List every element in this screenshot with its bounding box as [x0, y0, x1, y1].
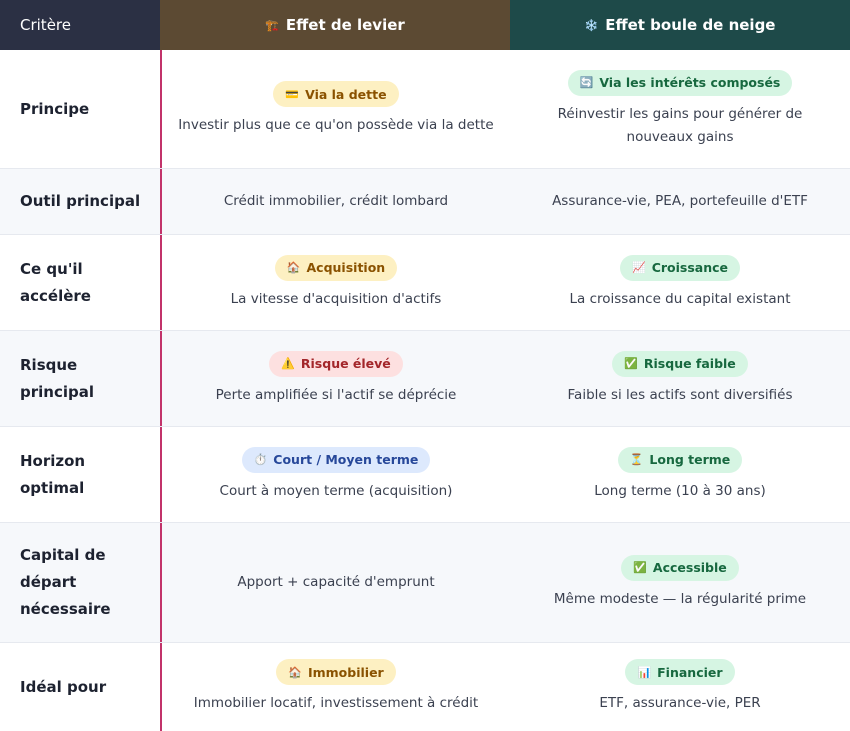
criterion-label: Capital de départ nécessaire	[20, 546, 111, 618]
badge-label: Risque élevé	[300, 356, 391, 371]
snowball-cell: 📈 Croissance La croissance du capital ex…	[510, 235, 850, 330]
lever-cell: Apport + capacité d'emprunt	[160, 523, 510, 642]
construction-icon: 🏗️	[265, 18, 279, 32]
snowball-cell: ✅ Accessible Même modeste — la régularit…	[510, 523, 850, 642]
criterion-cell: Horizon optimal	[0, 427, 160, 522]
credit-card-icon: 💳	[285, 87, 300, 101]
table-row: Risque principal ⚠️ Risque élevé Perte a…	[0, 331, 850, 427]
snowball-description: Faible si les actifs sont diversifiés	[567, 386, 793, 403]
criterion-label: Ce qu'il accélère	[20, 259, 91, 305]
badge-label: Long terme	[649, 452, 731, 467]
criterion-label: Horizon optimal	[20, 451, 86, 497]
lever-cell: Crédit immobilier, crédit lombard	[160, 169, 510, 234]
badge-label: Croissance	[651, 260, 728, 275]
lever-cell: 🏠 Immobilier Immobilier locatif, investi…	[160, 643, 510, 731]
table-row: Outil principal Crédit immobilier, crédi…	[0, 169, 850, 235]
lever-description: Immobilier locatif, investissement à cré…	[193, 695, 479, 711]
snowball-badge: ✅ Risque faible	[612, 350, 748, 377]
table-row: Horizon optimal ⏱️ Court / Moyen terme C…	[0, 427, 850, 523]
lever-cell: ⏱️ Court / Moyen terme Court à moyen ter…	[160, 427, 510, 522]
comparison-table: Critère 🏗️ Effet de levier ❄️ Effet boul…	[0, 0, 850, 731]
snowball-cell: ⏳ Long terme Long terme (10 à 30 ans)	[510, 427, 850, 522]
house-icon: 🏠	[286, 261, 301, 274]
snowball-description: La croissance du capital existant	[569, 290, 791, 307]
snowball-description: ETF, assurance-vie, PER	[599, 695, 761, 711]
lever-description: Investir plus que ce qu'on possède via l…	[178, 117, 494, 133]
snowball-badge: 📈 Croissance	[619, 254, 740, 281]
lever-description: Perte amplifiée si l'actif se déprécie	[215, 386, 457, 403]
snowball-cell: 📊 Financier ETF, assurance-vie, PER	[510, 643, 850, 731]
lever-badge: 💳 Via la dette	[273, 81, 399, 107]
snowball-description: Assurance-vie, PEA, portefeuille d'ETF	[552, 193, 808, 209]
criterion-cell: Capital de départ nécessaire	[0, 523, 160, 642]
criterion-cell: Idéal pour	[20, 677, 107, 696]
table-row: Principe 💳 Via la dette Investir plus qu…	[0, 50, 850, 169]
snowball-badge: 📊 Financier	[625, 659, 735, 685]
bar-chart-icon: 📊	[637, 665, 652, 679]
lever-badge: ⚠️ Risque élevé	[269, 350, 403, 377]
stopwatch-icon: ⏱️	[253, 453, 268, 466]
house-icon: 🏠	[288, 665, 302, 679]
refresh-icon: 🔄	[579, 76, 594, 89]
warning-icon: ⚠️	[281, 357, 295, 370]
badge-label: Court / Moyen terme	[273, 452, 419, 467]
lever-cell: 🏠 Acquisition La vitesse d'acquisition d…	[160, 235, 510, 330]
snowball-cell: ✅ Risque faible Faible si les actifs son…	[510, 331, 850, 426]
badge-label: Via les intérêts composés	[599, 75, 781, 90]
lever-description: Crédit immobilier, crédit lombard	[223, 193, 449, 209]
badge-label: Financier	[657, 664, 723, 680]
snowball-badge: ✅ Accessible	[621, 554, 739, 581]
header-lever: 🏗️ Effet de levier	[160, 0, 510, 50]
criterion-cell: Ce qu'il accélère	[0, 235, 160, 330]
lever-badge: 🏠 Immobilier	[276, 659, 396, 685]
badge-label: Risque faible	[643, 356, 736, 371]
snowball-description: Long terme (10 à 30 ans)	[594, 482, 766, 499]
hourglass-icon: ⏳	[629, 453, 644, 466]
criterion-cell: Outil principal	[20, 192, 141, 210]
table-row: Idéal pour 🏠 Immobilier Immobilier locat…	[0, 643, 850, 731]
header-snowball-label: Effet boule de neige	[605, 16, 776, 34]
criterion-cell: Risque principal	[0, 331, 160, 426]
lever-description: Apport + capacité d'emprunt	[237, 574, 435, 590]
header-lever-label: Effet de levier	[285, 16, 405, 34]
header-snowball: ❄️ Effet boule de neige	[510, 0, 850, 50]
badge-label: Immobilier	[307, 664, 384, 680]
badge-label: Acquisition	[306, 260, 386, 275]
lever-badge: ⏱️ Court / Moyen terme	[241, 446, 431, 473]
lever-cell: ⚠️ Risque élevé Perte amplifiée si l'act…	[160, 331, 510, 426]
snowball-description: Réinvestir les gains pour générer de nou…	[557, 105, 803, 145]
snowball-cell: 🔄 Via les intérêts composés Réinvestir l…	[510, 50, 850, 168]
snowflake-icon: ❄️	[584, 18, 599, 32]
header-criteria: Critère	[0, 0, 160, 50]
snowball-description: Même modeste — la régularité prime	[553, 590, 807, 607]
lever-description: La vitesse d'acquisition d'actifs	[230, 290, 442, 307]
lever-description: Court à moyen terme (acquisition)	[219, 482, 453, 499]
badge-label: Via la dette	[305, 86, 387, 102]
snowball-badge: 🔄 Via les intérêts composés	[567, 69, 793, 96]
criterion-label: Risque principal	[20, 355, 94, 401]
lever-badge: 🏠 Acquisition	[274, 254, 398, 281]
check-icon: ✅	[624, 357, 638, 370]
table-row: Capital de départ nécessaire Apport + ca…	[0, 523, 850, 643]
snowball-cell: Assurance-vie, PEA, portefeuille d'ETF	[510, 169, 850, 234]
badge-label: Accessible	[652, 560, 727, 575]
chart-up-icon: 📈	[631, 261, 646, 274]
snowball-badge: ⏳ Long terme	[617, 446, 743, 473]
check-icon: ✅	[633, 561, 647, 574]
table-header: Critère 🏗️ Effet de levier ❄️ Effet boul…	[0, 0, 850, 50]
lever-cell: 💳 Via la dette Investir plus que ce qu'o…	[160, 50, 510, 168]
table-row: Ce qu'il accélère 🏠 Acquisition La vites…	[0, 235, 850, 331]
criterion-cell: Principe	[20, 99, 90, 118]
